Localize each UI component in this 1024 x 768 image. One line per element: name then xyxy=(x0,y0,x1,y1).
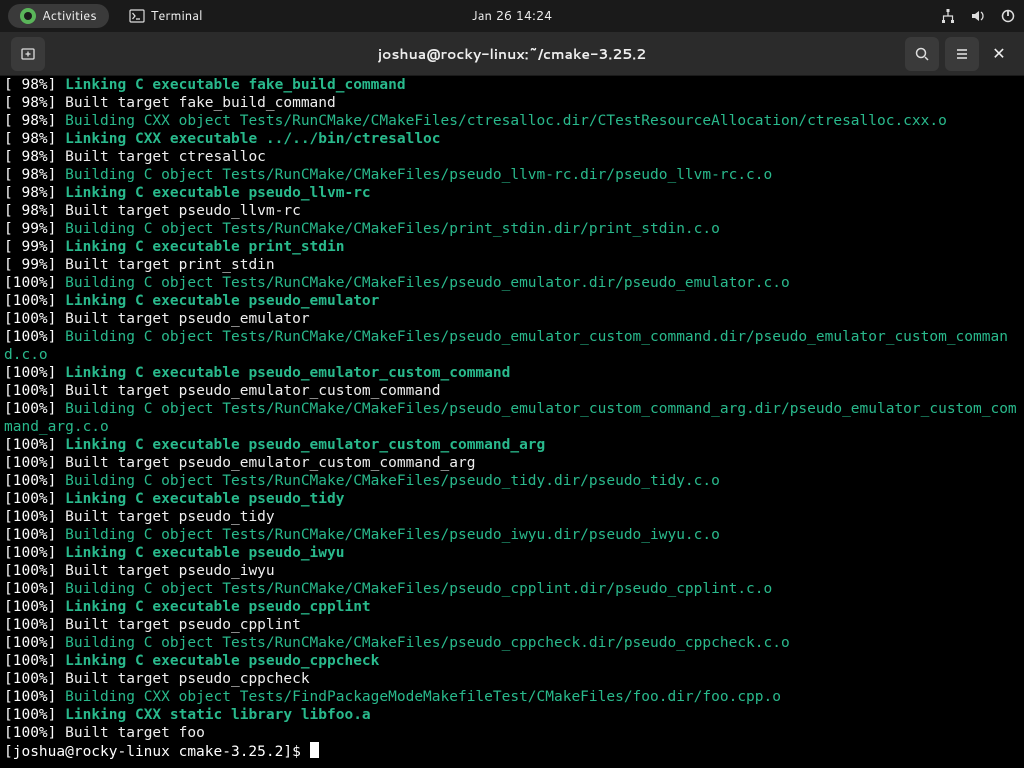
window-titlebar: joshua@rocky-linux:~/cmake-3.25.2 ✕ xyxy=(0,32,1024,76)
app-indicator[interactable]: Terminal xyxy=(129,7,203,25)
terminal-icon xyxy=(129,8,145,24)
new-tab-button[interactable] xyxy=(11,37,45,71)
menu-button[interactable] xyxy=(945,37,979,71)
power-icon[interactable] xyxy=(1000,8,1016,24)
close-icon: ✕ xyxy=(992,42,1005,65)
activities-button[interactable]: Activities xyxy=(8,4,109,28)
activities-icon xyxy=(20,8,36,24)
terminal-output[interactable]: [ 98%] Linking C executable fake_build_c… xyxy=(0,76,1024,761)
search-icon xyxy=(914,46,930,62)
activities-label: Activities xyxy=(42,7,97,25)
app-label: Terminal xyxy=(151,7,203,25)
volume-icon[interactable] xyxy=(970,8,986,24)
gnome-topbar: Activities Terminal Jan 26 14:24 xyxy=(0,0,1024,32)
close-button[interactable]: ✕ xyxy=(982,37,1016,71)
clock[interactable]: Jan 26 14:24 xyxy=(472,7,553,25)
network-icon[interactable] xyxy=(940,8,956,24)
system-tray xyxy=(940,8,1016,24)
new-tab-icon xyxy=(20,46,36,62)
search-button[interactable] xyxy=(905,37,939,71)
window-title: joshua@rocky-linux:~/cmake-3.25.2 xyxy=(378,44,646,64)
hamburger-icon xyxy=(954,46,970,62)
